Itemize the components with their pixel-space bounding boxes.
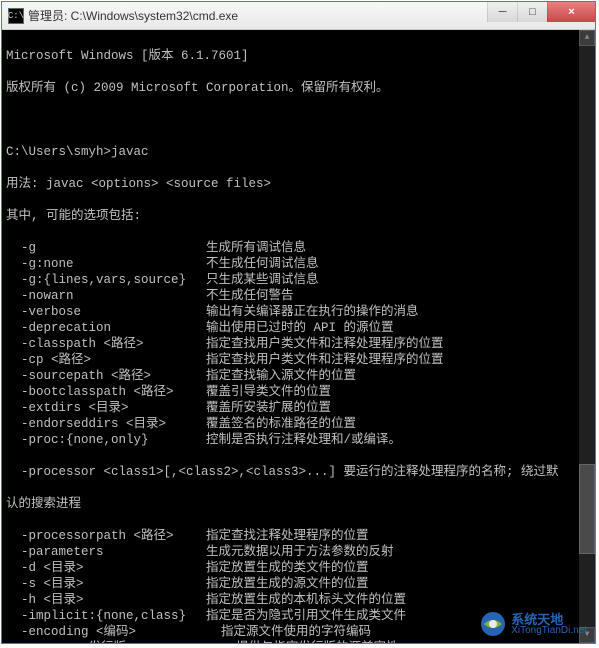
option-row: -g:{lines,vars,source}只生成某些调试信息 [6,272,591,288]
option-desc: 提供与指定发行版的源兼容性 [206,640,591,643]
minimize-button[interactable]: ─ [487,2,517,22]
option-row: -sourcepath <路径>指定查找输入源文件的位置 [6,368,591,384]
option-desc: 控制是否执行注释处理和/或编译。 [206,432,591,448]
scroll-thumb[interactable] [579,464,595,554]
processor-line1: -processor <class1>[,<class2>,<class3>..… [6,464,591,480]
window-controls: ─ □ × [487,2,595,29]
option-flag: -implicit:{none,class} [6,608,206,624]
option-desc: 输出使用已过时的 API 的源位置 [206,320,591,336]
option-flag: -verbose [6,304,206,320]
scroll-up-button[interactable]: ▲ [579,30,595,46]
option-row: -encoding <编码> 指定源文件使用的字符编码 [6,624,591,640]
option-flag: -h <目录> [6,592,206,608]
option-flag: -source <发行版> [6,640,206,643]
cmd-icon: C:\ [8,8,24,24]
close-button[interactable]: × [547,2,595,22]
option-flag: -extdirs <目录> [6,400,206,416]
option-desc: 输出有关编译器正在执行的操作的消息 [206,304,591,320]
window-title: 管理员: C:\Windows\system32\cmd.exe [28,7,487,24]
titlebar[interactable]: C:\ 管理员: C:\Windows\system32\cmd.exe ─ □… [2,2,595,30]
blank-line [6,112,591,128]
option-row: -nowarn不生成任何警告 [6,288,591,304]
scrollbar[interactable]: ▲ ▼ [579,30,595,643]
option-row: -deprecation输出使用已过时的 API 的源位置 [6,320,591,336]
option-row: -implicit:{none,class}指定是否为隐式引用文件生成类文件 [6,608,591,624]
option-flag: -parameters [6,544,206,560]
option-flag: -processorpath <路径> [6,528,206,544]
option-row: -d <目录>指定放置生成的类文件的位置 [6,560,591,576]
copyright-line: 版权所有 (c) 2009 Microsoft Corporation。保留所有… [6,80,591,96]
scroll-down-button[interactable]: ▼ [579,627,595,643]
scroll-track[interactable] [579,46,595,627]
option-row: -proc:{none,only}控制是否执行注释处理和/或编译。 [6,432,591,448]
option-row: -extdirs <目录>覆盖所安装扩展的位置 [6,400,591,416]
option-desc: 不生成任何警告 [206,288,591,304]
option-desc: 指定查找用户类文件和注释处理程序的位置 [206,352,591,368]
option-row: -classpath <路径>指定查找用户类文件和注释处理程序的位置 [6,336,591,352]
cmd-window: C:\ 管理员: C:\Windows\system32\cmd.exe ─ □… [1,1,596,644]
option-desc: 指定查找输入源文件的位置 [206,368,591,384]
option-desc: 不生成任何调试信息 [206,256,591,272]
option-desc: 覆盖引导类文件的位置 [206,384,591,400]
option-row: -g:none不生成任何调试信息 [6,256,591,272]
option-desc: 指定放置生成的本机标头文件的位置 [206,592,591,608]
option-desc: 指定放置生成的类文件的位置 [206,560,591,576]
usage-line: 用法: javac <options> <source files> [6,176,591,192]
option-flag: -proc:{none,only} [6,432,206,448]
option-row: -endorseddirs <目录>覆盖签名的标准路径的位置 [6,416,591,432]
option-desc: 生成元数据以用于方法参数的反射 [206,544,591,560]
option-desc: 指定查找用户类文件和注释处理程序的位置 [206,336,591,352]
option-flag: -d <目录> [6,560,206,576]
option-flag: -classpath <路径> [6,336,206,352]
option-row: -parameters生成元数据以用于方法参数的反射 [6,544,591,560]
option-row: -verbose输出有关编译器正在执行的操作的消息 [6,304,591,320]
option-flag: -s <目录> [6,576,206,592]
option-row: -cp <路径>指定查找用户类文件和注释处理程序的位置 [6,352,591,368]
processor-line2: 认的搜索进程 [6,496,591,512]
option-desc: 覆盖签名的标准路径的位置 [206,416,591,432]
prompt-line: C:\Users\smyh>javac [6,144,591,160]
terminal-area[interactable]: Microsoft Windows [版本 6.1.7601] 版权所有 (c)… [2,30,595,643]
prompt-command: javac [111,145,149,159]
option-row: -h <目录>指定放置生成的本机标头文件的位置 [6,592,591,608]
option-flag: -bootclasspath <路径> [6,384,206,400]
option-desc: 指定放置生成的源文件的位置 [206,576,591,592]
option-desc: 覆盖所安装扩展的位置 [206,400,591,416]
prompt-path: C:\Users\smyh> [6,145,111,159]
option-flag: -nowarn [6,288,206,304]
option-row: -bootclasspath <路径>覆盖引导类文件的位置 [6,384,591,400]
usage-sub: 其中, 可能的选项包括: [6,208,591,224]
option-row: -processorpath <路径>指定查找注释处理程序的位置 [6,528,591,544]
option-desc: 生成所有调试信息 [206,240,591,256]
option-flag: -encoding <编码> [6,624,206,640]
option-row: -g生成所有调试信息 [6,240,591,256]
option-desc: 只生成某些调试信息 [206,272,591,288]
option-flag: -g:none [6,256,206,272]
option-row: -s <目录>指定放置生成的源文件的位置 [6,576,591,592]
option-flag: -deprecation [6,320,206,336]
option-flag: -g:{lines,vars,source} [6,272,206,288]
version-line: Microsoft Windows [版本 6.1.7601] [6,48,591,64]
option-desc: 指定源文件使用的字符编码 [206,624,591,640]
option-flag: -endorseddirs <目录> [6,416,206,432]
option-flag: -cp <路径> [6,352,206,368]
option-flag: -g [6,240,206,256]
option-row: -source <发行版> 提供与指定发行版的源兼容性 [6,640,591,643]
option-desc: 指定查找注释处理程序的位置 [206,528,591,544]
maximize-button[interactable]: □ [517,2,547,22]
option-desc: 指定是否为隐式引用文件生成类文件 [206,608,591,624]
option-flag: -sourcepath <路径> [6,368,206,384]
